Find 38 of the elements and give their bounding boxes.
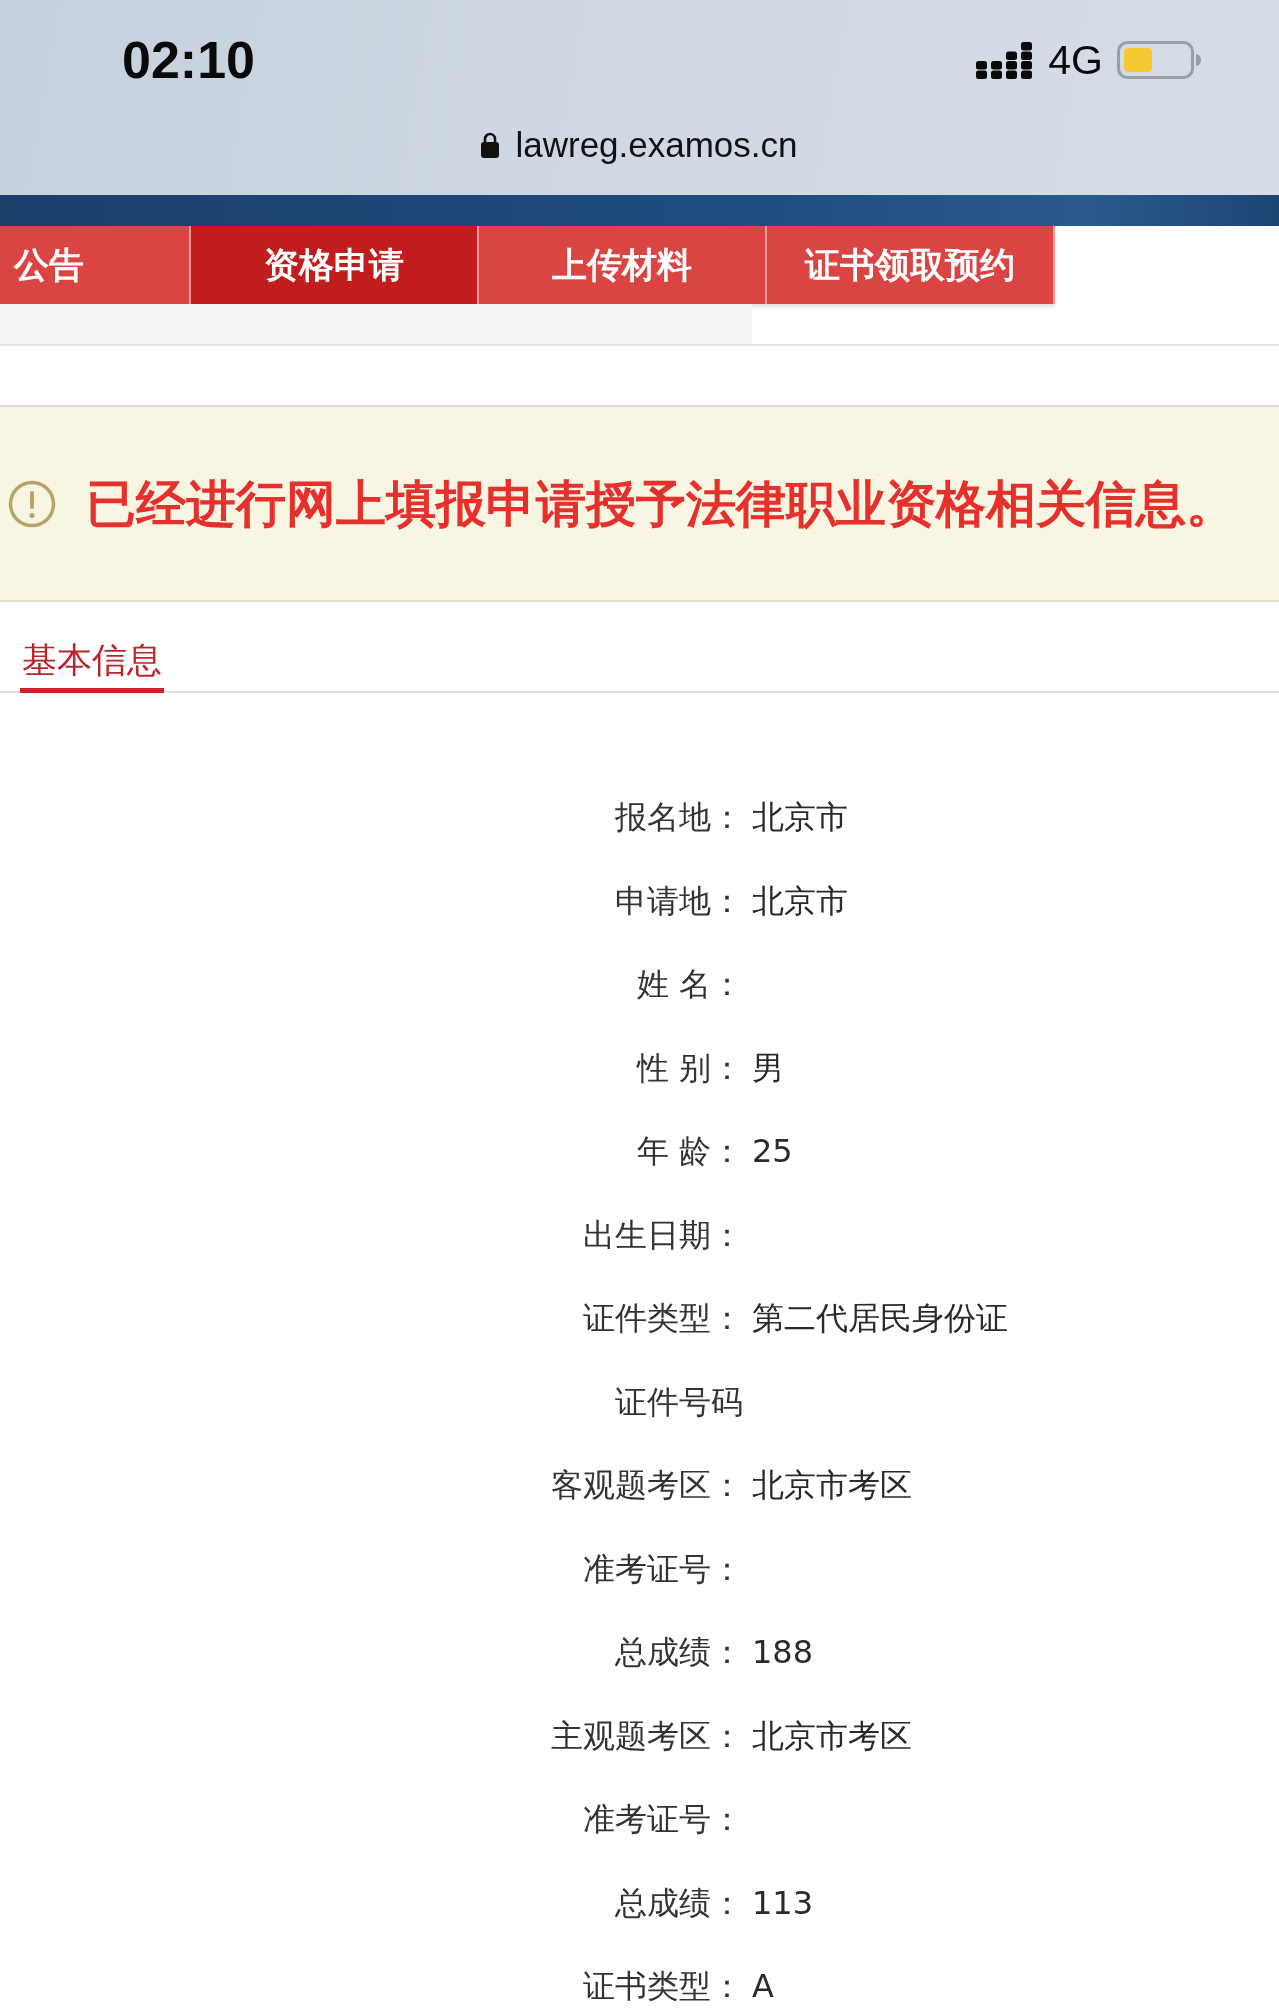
field-label: 客观题考区： — [551, 1465, 743, 1505]
field-label: 总成绩： — [615, 1632, 743, 1672]
field-value: 第二代居民身份证 — [752, 1298, 1008, 1338]
signal-icon — [976, 41, 1035, 79]
field-label: 报名地： — [615, 797, 743, 837]
section-tab[interactable]: 基本信息 — [20, 636, 164, 693]
field-label: 总成绩： — [615, 1882, 743, 1923]
field-value: A — [752, 1966, 774, 2006]
field-label: 申请地： — [615, 880, 743, 921]
field-value: 188 — [752, 1632, 814, 1672]
field-label: 准考证号： — [583, 1548, 743, 1589]
nav-tab[interactable]: 上传材料 — [479, 226, 767, 304]
field-label: 年 龄： — [636, 1131, 743, 1171]
nav-tab[interactable]: 证书领取预约 — [767, 226, 1055, 304]
field-value: 25 — [752, 1131, 793, 1171]
field-value: 北京市 — [752, 797, 848, 837]
field-label: 主观题考区： — [551, 1715, 743, 1756]
lock-icon — [481, 132, 500, 158]
field-label: 出生日期： — [583, 1214, 743, 1255]
nav-tab[interactable]: 资格申请 — [191, 226, 479, 304]
address-bar[interactable]: lawreg.examos.cn — [481, 124, 798, 166]
status-time: 02:10 — [122, 34, 255, 86]
field-label: 证件号码 — [615, 1381, 743, 1422]
field-label: 姓 名： — [636, 964, 743, 1004]
field-label: 证件类型： — [583, 1298, 743, 1338]
field-value: 北京市 — [752, 880, 848, 921]
exclamation-icon — [8, 479, 56, 528]
field-label: 性 别： — [636, 1047, 743, 1088]
battery-icon — [1117, 41, 1201, 79]
field-value: 北京市考区 — [752, 1715, 912, 1756]
notice-text: 已经进行网上填报申请授予法律职业资格相关信息。 — [86, 473, 1236, 534]
field-value: 男 — [752, 1047, 784, 1088]
field-label: 准考证号： — [583, 1799, 743, 1839]
network-type: 4G — [1048, 39, 1103, 81]
field-value: 113 — [752, 1882, 814, 1923]
field-label: 证书类型： — [583, 1966, 743, 2006]
nav-tab[interactable]: 公告 — [0, 226, 191, 304]
field-value: 北京市考区 — [752, 1465, 912, 1505]
